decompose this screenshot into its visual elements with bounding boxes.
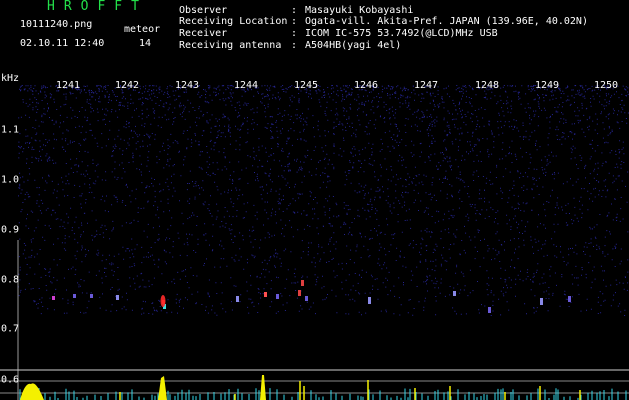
info-label-location: Receiving Location xyxy=(179,16,288,27)
meteor-echo xyxy=(540,298,543,305)
meteor-echo xyxy=(73,294,76,298)
info-separator: : xyxy=(291,16,298,27)
x-tick-label: 1249 xyxy=(534,80,560,91)
meteor-echo xyxy=(453,291,456,296)
meteor-echo xyxy=(90,294,93,298)
y-tick-label: 0.6 xyxy=(1,374,20,386)
info-label-observer: Observer xyxy=(179,5,228,16)
power-peak xyxy=(260,375,266,400)
meteor-echo xyxy=(236,296,239,302)
meteor-echo xyxy=(298,290,301,296)
meteor-echo xyxy=(116,295,119,300)
info-separator: : xyxy=(291,28,298,39)
info-label-antenna: Receiving antenna xyxy=(179,40,282,51)
info-value-location: Ogata-vill. Akita-Pref. JAPAN (139.96E, … xyxy=(305,16,588,27)
power-peak xyxy=(158,376,167,400)
filename: 10111240.png xyxy=(20,19,93,30)
info-value-receiver: ICOM IC-575 53.7492(@LCD)MHz USB xyxy=(305,28,498,39)
meteor-echo xyxy=(52,296,55,300)
x-tick-label: 1243 xyxy=(174,80,200,91)
meteor-echo xyxy=(368,297,371,304)
info-separator: : xyxy=(291,5,298,16)
power-spikes xyxy=(19,388,627,400)
meteor-echo xyxy=(276,294,279,299)
y-tick-label: 0.9 xyxy=(1,224,20,236)
x-tick-label: 1248 xyxy=(474,80,500,91)
info-label-receiver: Receiver xyxy=(179,28,228,39)
meteor-echo xyxy=(568,296,571,302)
x-tick-label: 1247 xyxy=(413,80,439,91)
y-tick-label: 0.7 xyxy=(1,323,20,335)
meteor-echo xyxy=(160,295,166,307)
y-tick-label: 1.0 xyxy=(1,174,20,186)
meteor-count: 14 xyxy=(139,38,152,49)
x-tick-label: 1244 xyxy=(233,80,259,91)
info-value-observer: Masayuki Kobayashi xyxy=(305,5,414,16)
meteor-echo xyxy=(301,280,304,286)
noise-speckle xyxy=(18,85,629,316)
info-value-antenna: A504HB(yagi 4el) xyxy=(305,40,402,51)
datetime: 02.10.11 12:40 xyxy=(20,38,105,49)
app-title: HROFFT xyxy=(47,0,148,14)
meteor-echo xyxy=(264,292,267,297)
x-tick-label: 1245 xyxy=(293,80,319,91)
info-separator: : xyxy=(291,40,298,51)
power-peak xyxy=(20,383,44,400)
x-tick-label: 1242 xyxy=(114,80,140,91)
x-tick-label: 1241 xyxy=(55,80,81,91)
meteor-echo xyxy=(305,296,308,301)
y-axis-unit: kHz xyxy=(1,73,20,84)
spectrogram xyxy=(0,85,629,400)
y-tick-label: 1.1 xyxy=(1,124,20,136)
y-tick-label: 0.8 xyxy=(1,274,20,286)
x-tick-label: 1246 xyxy=(353,80,379,91)
meteor-echo xyxy=(488,307,491,313)
x-tick-label: 1250 xyxy=(593,80,619,91)
meteor-label: meteor xyxy=(124,24,161,35)
